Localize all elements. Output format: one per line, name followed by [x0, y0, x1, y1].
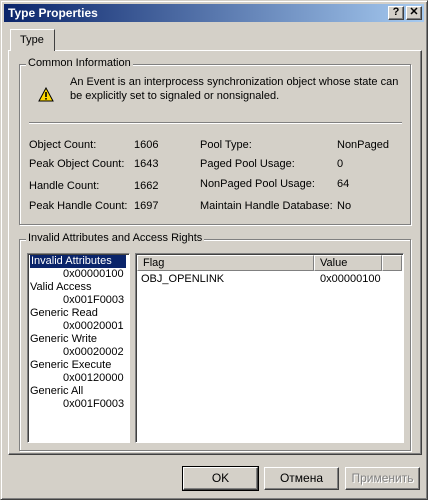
value-cell[interactable]: 0x00000100: [320, 273, 381, 285]
list-item-value[interactable]: 0x00000100: [63, 268, 124, 281]
object-count-value: 1606: [134, 139, 159, 151]
tab-type[interactable]: Type: [10, 29, 55, 51]
handle-count-value: 1662: [134, 180, 159, 192]
column-header-flag[interactable]: Flag: [137, 255, 314, 271]
separator: [29, 122, 402, 124]
help-button[interactable]: ?: [388, 6, 404, 20]
paged-pool-usage-label: Paged Pool Usage:: [200, 158, 295, 170]
maintain-handle-database-label: Maintain Handle Database:: [200, 200, 333, 212]
list-item-invalid-attributes[interactable]: Invalid Attributes: [30, 255, 126, 268]
column-header-filler: [382, 255, 402, 271]
close-button[interactable]: ✕: [406, 6, 422, 20]
flags-listview[interactable]: Flag Value OBJ_OPENLINK 0x00000100: [135, 253, 404, 443]
peak-object-count-value: 1643: [134, 158, 159, 170]
pool-type-label: Pool Type:: [200, 139, 252, 151]
type-description-line-1: An Event is an interprocess synchronizat…: [70, 76, 399, 88]
window-title: Type Properties: [8, 6, 98, 20]
cancel-button[interactable]: Отмена: [264, 467, 339, 490]
list-item-value[interactable]: 0x001F0003: [63, 294, 124, 307]
peak-handle-count-value: 1697: [134, 200, 159, 212]
warning-icon: [38, 87, 54, 102]
type-properties-dialog: Type Properties ? ✕ Type Common Informat…: [0, 0, 428, 500]
nonpaged-pool-usage-label: NonPaged Pool Usage:: [200, 178, 315, 190]
list-item-value[interactable]: 0x00020002: [63, 346, 124, 359]
list-item-generic-execute[interactable]: Generic Execute: [30, 359, 111, 372]
ok-button[interactable]: OK: [182, 466, 259, 491]
apply-button[interactable]: Применить: [345, 467, 420, 490]
list-item-generic-read[interactable]: Generic Read: [30, 307, 98, 320]
flag-cell[interactable]: OBJ_OPENLINK: [141, 273, 224, 285]
column-header-value[interactable]: Value: [314, 255, 382, 271]
invalid-attributes-group-label: Invalid Attributes and Access Rights: [26, 232, 205, 244]
type-description-line-2: be explicitly set to signaled or nonsign…: [70, 90, 280, 102]
paged-pool-usage-value: 0: [337, 158, 344, 170]
peak-object-count-label: Peak Object Count:: [29, 158, 125, 170]
object-count-label: Object Count:: [29, 139, 97, 151]
tab-type-label: Type: [20, 34, 44, 46]
nonpaged-pool-usage-value: 64: [337, 178, 350, 190]
list-item-value[interactable]: 0x00120000: [63, 372, 124, 385]
title-bar: Type Properties ? ✕: [4, 4, 424, 22]
list-item-generic-all[interactable]: Generic All: [30, 385, 83, 398]
list-item-value[interactable]: 0x001F0003: [63, 398, 124, 411]
peak-handle-count-label: Peak Handle Count:: [29, 200, 128, 212]
maintain-handle-database-value: No: [337, 200, 352, 212]
handle-count-label: Handle Count:: [29, 180, 100, 192]
list-item-generic-write[interactable]: Generic Write: [30, 333, 97, 346]
list-item-valid-access[interactable]: Valid Access: [30, 281, 92, 294]
attributes-listbox[interactable]: Invalid Attributes 0x00000100 Valid Acce…: [27, 253, 130, 443]
pool-type-value: NonPaged: [337, 139, 389, 151]
common-information-label: Common Information: [26, 57, 133, 69]
list-item-value[interactable]: 0x00020001: [63, 320, 124, 333]
